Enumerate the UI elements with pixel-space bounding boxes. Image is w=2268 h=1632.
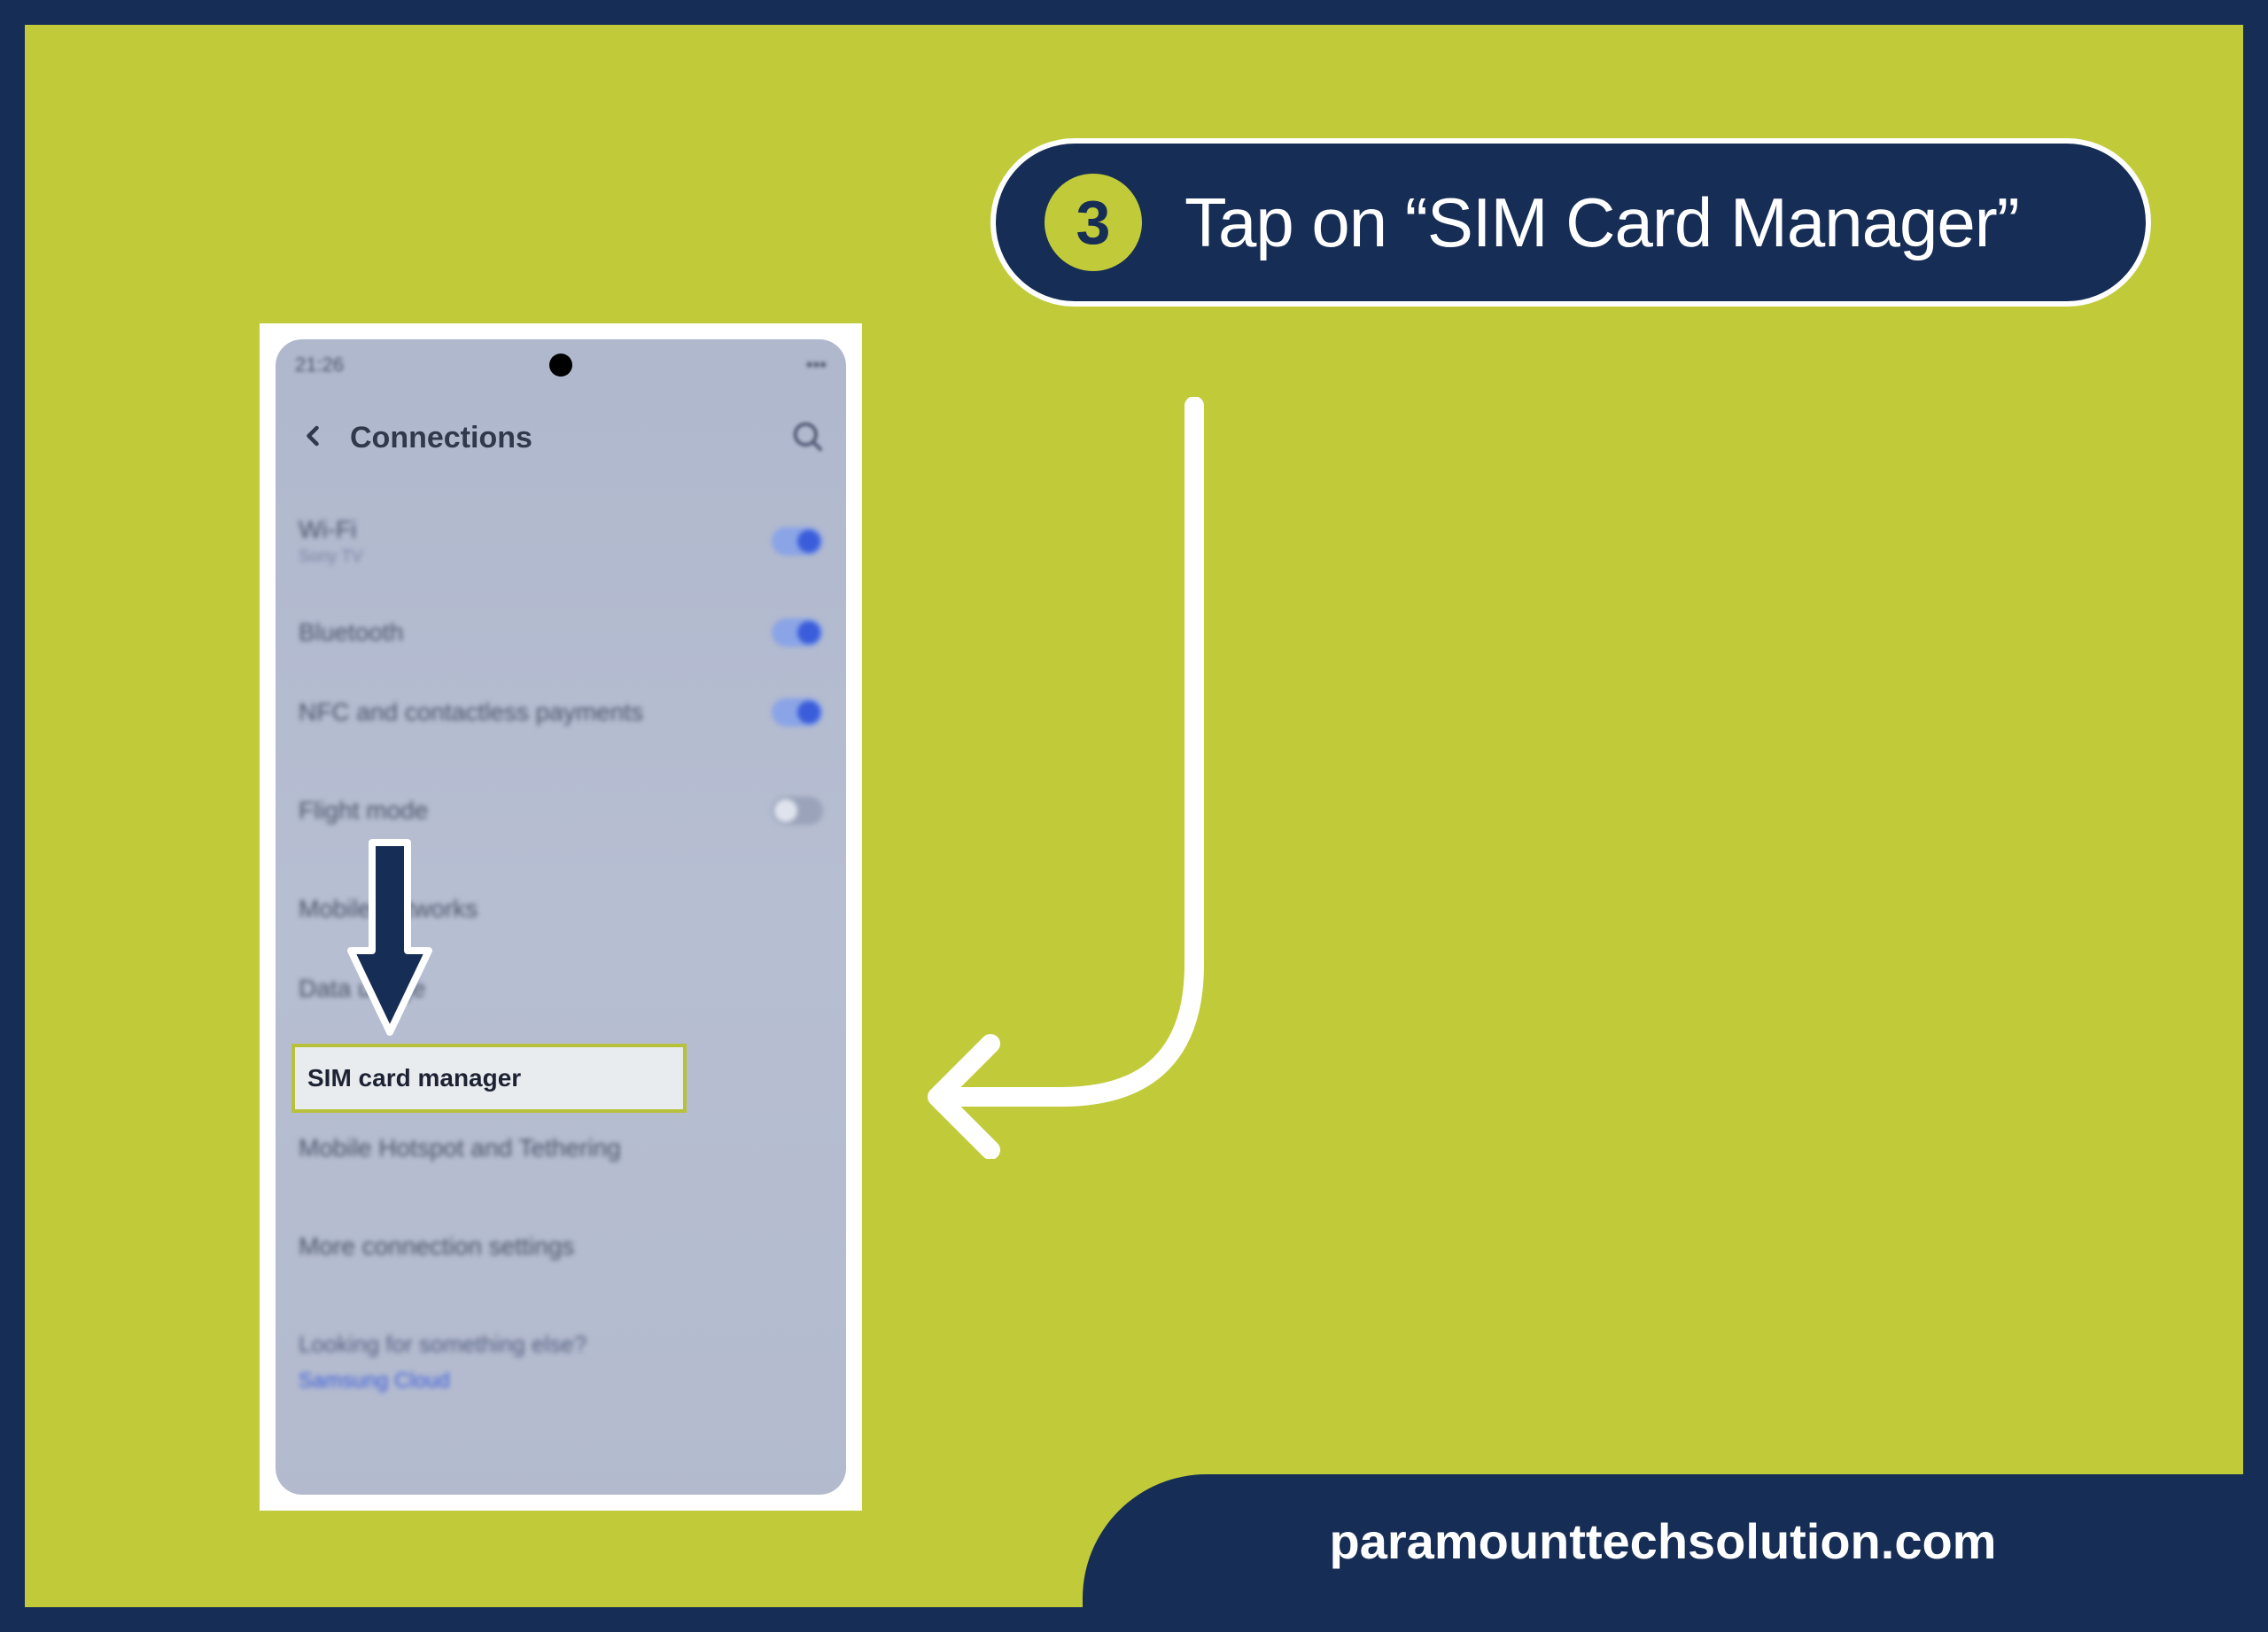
toggle-wifi[interactable] <box>772 527 823 556</box>
footer-line-1: Looking for something else? <box>276 1331 846 1369</box>
app-header: Connections <box>276 405 846 470</box>
row-nfc[interactable]: NFC and contactless payments <box>276 672 846 752</box>
search-icon[interactable] <box>789 418 825 458</box>
row-sublabel: Sony TV <box>299 548 363 567</box>
callout-text: Tap on “SIM Card Manager” <box>1184 183 2019 263</box>
phone-screenshot-frame: 21:26 ••• Connections Wi-Fi Sony TV <box>260 323 862 1511</box>
curve-arrow-icon <box>902 397 1274 1159</box>
header-title: Connections <box>350 421 532 455</box>
status-icons: ••• <box>806 354 827 377</box>
row-bluetooth[interactable]: Bluetooth <box>276 593 846 672</box>
row-label: Bluetooth <box>299 618 403 647</box>
footer-band: paramounttechsolution.com <box>1083 1474 2243 1607</box>
footer-site: paramounttechsolution.com <box>1330 1512 1997 1570</box>
step-number-badge: 3 <box>1045 174 1142 271</box>
row-label: Wi-Fi <box>299 516 363 544</box>
row-label: Flight mode <box>299 797 428 825</box>
down-arrow-icon <box>346 835 434 1039</box>
highlight-label: SIM card manager <box>307 1064 521 1092</box>
toggle-flight[interactable] <box>772 797 823 825</box>
camera-notch <box>549 354 572 377</box>
row-label: NFC and contactless payments <box>299 698 643 727</box>
frame: 3 Tap on “SIM Card Manager” 21:26 ••• Co… <box>0 0 2268 1632</box>
toggle-bluetooth[interactable] <box>772 618 823 647</box>
back-icon[interactable] <box>297 420 329 456</box>
phone-screen: 21:26 ••• Connections Wi-Fi Sony TV <box>276 339 846 1495</box>
row-wifi[interactable]: Wi-Fi Sony TV <box>276 490 846 593</box>
highlight-sim-card-manager[interactable]: SIM card manager <box>291 1044 687 1113</box>
step-callout: 3 Tap on “SIM Card Manager” <box>990 138 2151 307</box>
row-hotspot[interactable]: Mobile Hotspot and Tethering <box>276 1108 846 1188</box>
row-label: Mobile Hotspot and Tethering <box>299 1134 621 1162</box>
toggle-nfc[interactable] <box>772 698 823 727</box>
footer-note: Looking for something else? Samsung Clou… <box>276 1286 846 1394</box>
step-number: 3 <box>1076 187 1111 258</box>
row-label: More connection settings <box>299 1232 574 1261</box>
row-more-connection[interactable]: More connection settings <box>276 1188 846 1286</box>
status-time: 21:26 <box>295 354 344 377</box>
footer-line-2[interactable]: Samsung Cloud <box>276 1369 846 1394</box>
